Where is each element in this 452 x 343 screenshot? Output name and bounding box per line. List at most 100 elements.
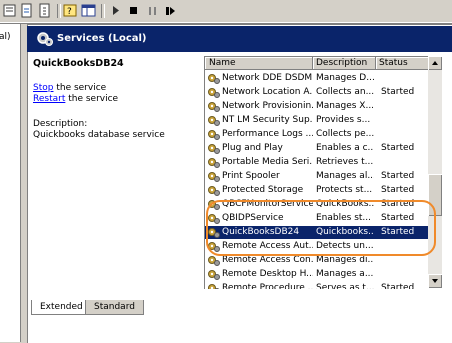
cell-name: Network Provisionin... [222,101,313,111]
pane-title: Services (Local) [57,33,147,44]
view-tabs: Extended Standard [27,300,452,316]
table-row[interactable]: Remote Procedure ... Serves as t... Starte… [205,282,429,289]
table-row[interactable]: Plug and Play Enables a c... Started [205,142,429,155]
table-row[interactable]: Remote Desktop H... Manages a... [205,268,429,281]
service-icon [207,115,220,126]
table-row[interactable]: Network Provisionin... Manages X... [205,100,429,113]
service-icon [207,87,220,98]
service-icon [207,283,220,289]
service-icon [207,255,220,266]
column-header-name-label: Name [209,58,236,68]
scroll-down-button[interactable] [428,274,442,288]
table-row[interactable]: Portable Media Seri... Retrieves t... [205,156,429,169]
cell-description: Collects an... [316,87,374,97]
restart-icon[interactable] [163,3,178,18]
cell-description: Protects st... [316,185,373,195]
tab-extended-label: Extended [40,302,83,312]
tab-extended[interactable]: Extended [31,300,92,315]
table-row[interactable]: Network DDE DSDM Manages D... [205,72,429,85]
cell-name: Remote Desktop H... [222,269,313,279]
table-row[interactable]: NT LM Security Sup... Provides s... [205,114,429,127]
pane-header: Services (Local) [27,26,452,52]
service-icon [207,143,220,154]
pause-icon[interactable] [145,3,160,18]
service-icon [207,199,220,210]
table-row[interactable]: Remote Access Con... Manages di... [205,254,429,267]
show-scope-icon[interactable]: ? [63,3,78,18]
cell-name: Network Location A... [222,87,313,97]
table-row[interactable]: QuickBooksDB24 Quickbooks... Started [205,226,429,239]
cell-name: QBIDPService [222,213,284,223]
table-row[interactable]: Print Spooler Manages al... Started [205,170,429,183]
cell-description: Quickbooks... [316,227,374,237]
service-icon [207,129,220,140]
cell-name: Performance Logs ... [222,129,313,139]
table-row[interactable]: QBIDPService Enables st... Started [205,212,429,225]
cell-name: Portable Media Seri... [222,157,313,167]
cell-status: Started [381,227,415,237]
cell-status: Started [381,283,415,289]
restart-line: Restart the service [33,94,195,105]
description-text: Quickbooks database service [33,130,165,140]
toolbar-separator [101,4,105,18]
restart-suffix: the service [65,94,119,104]
cell-status: Started [381,185,415,195]
cell-description: Manages X... [316,101,374,111]
vertical-scrollbar[interactable] [428,56,442,288]
console-tree-icon[interactable] [81,3,96,18]
service-icon [207,157,220,168]
service-icon [207,269,220,280]
cell-name: Remote Access Aut... [222,241,313,251]
table-row[interactable]: Remote Access Aut... Detects un... [205,240,429,253]
service-icon [207,73,220,84]
toolbar-separator [57,4,61,18]
service-name-heading: QuickBooksDB24 [33,58,124,69]
service-icon [207,171,220,182]
service-icon [207,241,220,252]
tab-standard[interactable]: Standard [85,300,144,315]
toolbar: ? [0,0,452,23]
table-row[interactable]: Protected Storage Protects st... Started [205,184,429,197]
cell-status: Started [381,199,415,209]
column-header-status-label: Status [379,58,408,68]
column-header-name[interactable]: Name [205,57,313,70]
column-header-description[interactable]: Description [313,57,376,70]
cell-status: Started [381,87,415,97]
cell-description: Detects un... [316,241,374,251]
cell-name: Print Spooler [222,171,280,181]
run-icon[interactable] [108,3,123,18]
service-icon [207,213,220,224]
cell-name: QuickBooksDB24 [222,227,300,237]
table-row[interactable]: Network Location A... Collects an... Start… [205,86,429,99]
scroll-up-button[interactable] [428,56,442,70]
export-list-icon[interactable] [19,3,34,18]
restart-service-link[interactable]: Restart [33,94,65,104]
cell-description: Manages di... [316,255,374,265]
help-icon[interactable] [37,3,52,18]
stop-service-link[interactable]: Stop [33,83,53,93]
console-tree[interactable]: cal) [0,24,21,342]
properties-icon[interactable] [2,3,17,18]
service-icon [207,185,220,196]
column-header-status[interactable]: Status [376,57,429,70]
cell-name: QBCFMonitorService [222,199,313,209]
cell-description: Retrieves t... [316,157,374,167]
scroll-thumb[interactable] [428,174,442,216]
stop-line: Stop the service [33,83,195,94]
description-label: Description: [33,119,88,129]
cell-name: Remote Procedure ... [222,283,313,289]
cell-description: Manages a... [316,269,374,279]
cell-description: Manages al... [316,171,374,181]
table-row[interactable]: QBCFMonitorService QuickBooks... Started [205,198,429,211]
stop-suffix: the service [53,83,107,93]
cell-description: Enables a c... [316,143,374,153]
cell-description: Enables st... [316,213,372,223]
column-header-description-label: Description [316,58,368,68]
cell-description: QuickBooks... [316,199,374,209]
services-list[interactable]: Name Description Status Network DDE DSDM… [204,56,429,289]
service-details-panel: QuickBooksDB24 Stop the service Restart … [33,58,195,141]
table-row[interactable]: Performance Logs ... Collects pe... [205,128,429,141]
stop-icon[interactable] [126,3,141,18]
tree-item-label[interactable]: cal) [0,32,10,42]
cell-name: Remote Access Con... [222,255,313,265]
